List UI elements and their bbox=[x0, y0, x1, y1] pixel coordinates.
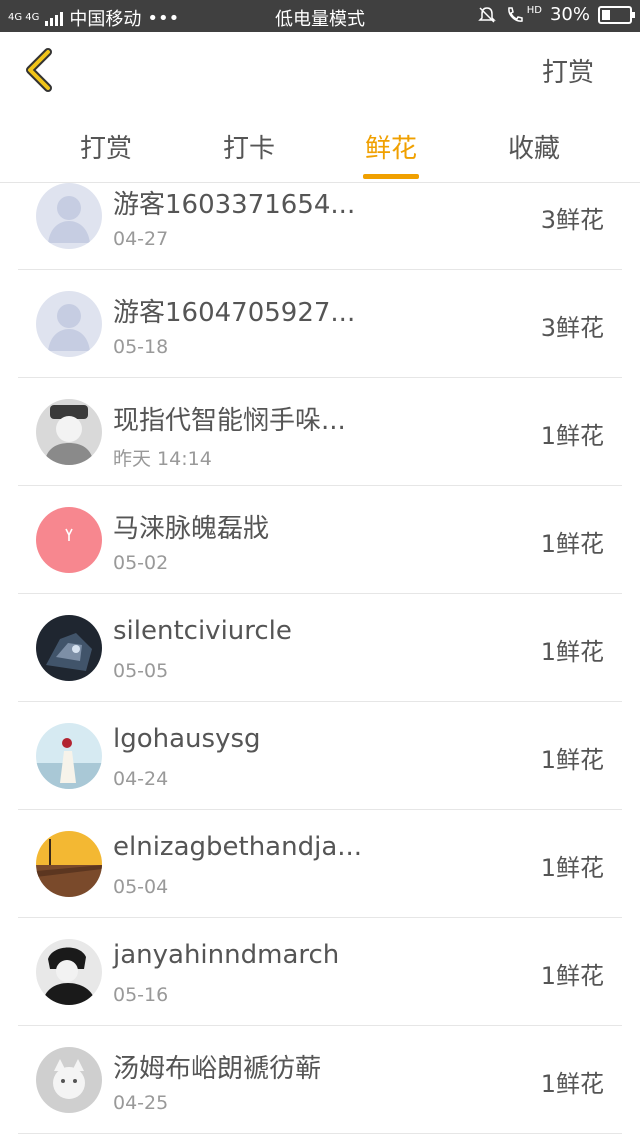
user-name: lgohausysg bbox=[113, 724, 261, 754]
user-name: 马涞脉魄磊戕 bbox=[113, 514, 270, 544]
chevron-left-icon bbox=[26, 48, 52, 92]
item-date: 05-16 bbox=[113, 984, 169, 1006]
tab-flowers[interactable]: 鲜花 bbox=[331, 128, 451, 165]
reward-button[interactable]: 打赏 bbox=[542, 52, 594, 89]
user-name: 汤姆布峪朗褫彷蕲 bbox=[113, 1054, 322, 1084]
battery-percent: 30% bbox=[549, 4, 590, 25]
flower-count: 1鲜花 bbox=[540, 854, 604, 882]
battery-fill bbox=[602, 9, 610, 20]
user-name: 游客1604705927... bbox=[113, 298, 356, 328]
item-date: 05-18 bbox=[113, 336, 169, 358]
tab-checkin[interactable]: 打卡 bbox=[189, 128, 309, 165]
item-date: 05-04 bbox=[113, 876, 169, 898]
flower-count: 1鲜花 bbox=[540, 422, 604, 450]
user-name: 现指代智能悯手哚... bbox=[113, 406, 346, 436]
flower-count: 3鲜花 bbox=[540, 314, 604, 342]
tab-favorites[interactable]: 收藏 bbox=[474, 128, 594, 165]
flower-count: 3鲜花 bbox=[540, 206, 604, 234]
list-item[interactable]: janyahinndmarch 05-16 1鲜花 bbox=[18, 918, 622, 1026]
list-item[interactable]: 马涞脉魄磊戕 05-02 1鲜花 bbox=[18, 486, 622, 594]
avatar-default-user bbox=[36, 183, 102, 249]
list-item[interactable]: elnizagbethandja... 05-04 1鲜花 bbox=[18, 810, 622, 918]
item-date: 05-05 bbox=[113, 660, 169, 682]
avatar-photo-robot bbox=[36, 615, 102, 681]
avatar-photo-person bbox=[36, 399, 102, 465]
status-bar: 4G 4G 中国移动 ••• 低电量模式 HD 30% bbox=[0, 0, 640, 32]
avatar-photo-portrait-bw bbox=[36, 939, 102, 1005]
tab-reward[interactable]: 打赏 bbox=[46, 128, 166, 165]
flower-count: 1鲜花 bbox=[540, 1070, 604, 1098]
list-item[interactable]: 游客1604705927... 05-18 3鲜花 bbox=[18, 270, 622, 378]
back-button[interactable] bbox=[18, 46, 66, 94]
battery-icon bbox=[598, 5, 635, 24]
flower-count: 1鲜花 bbox=[540, 638, 604, 666]
bell-muted-icon bbox=[477, 6, 496, 23]
list-item[interactable]: 现指代智能悯手哚... 昨天 14:14 1鲜花 bbox=[18, 378, 622, 486]
item-date: 昨天 14:14 bbox=[113, 448, 212, 470]
flower-list: 游客1603371654... 04-27 3鲜花 游客1604705927..… bbox=[18, 162, 622, 1134]
avatar-pink-deer bbox=[36, 507, 102, 573]
phone-icon bbox=[507, 6, 523, 22]
flower-count: 1鲜花 bbox=[540, 962, 604, 990]
list-item[interactable]: silentciviurcle 05-05 1鲜花 bbox=[18, 594, 622, 702]
list-item[interactable]: 游客1603371654... 04-27 3鲜花 bbox=[18, 162, 622, 270]
list-item[interactable]: 汤姆布峪朗褫彷蕲 04-25 1鲜花 bbox=[18, 1026, 622, 1134]
avatar-default-user bbox=[36, 291, 102, 357]
user-name: elnizagbethandja... bbox=[113, 832, 363, 862]
user-name: 游客1603371654... bbox=[113, 190, 356, 220]
flower-count: 1鲜花 bbox=[540, 746, 604, 774]
item-date: 05-02 bbox=[113, 552, 169, 574]
item-date: 04-25 bbox=[113, 1092, 169, 1114]
avatar-photo-seaside bbox=[36, 723, 102, 789]
item-date: 04-24 bbox=[113, 768, 169, 790]
flower-count: 1鲜花 bbox=[540, 530, 604, 558]
app-header: 打赏 打赏 打卡 鲜花 收藏 bbox=[0, 32, 640, 182]
list-item[interactable]: lgohausysg 04-24 1鲜花 bbox=[18, 702, 622, 810]
avatar-photo-cat bbox=[36, 1047, 102, 1113]
user-name: janyahinndmarch bbox=[113, 940, 340, 970]
user-name: silentciviurcle bbox=[113, 616, 292, 646]
item-date: 04-27 bbox=[113, 228, 169, 250]
header-divider bbox=[0, 182, 640, 183]
hd-label: HD bbox=[526, 5, 542, 16]
avatar-photo-sunset-pier bbox=[36, 831, 102, 897]
